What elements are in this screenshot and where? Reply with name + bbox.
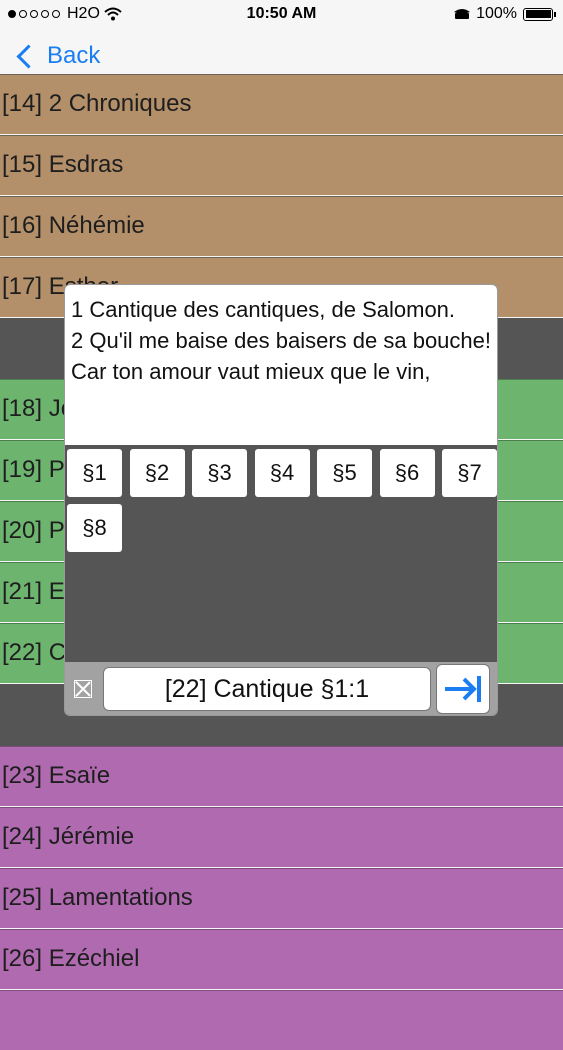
book-label: [15] Esdras xyxy=(2,151,124,178)
book-row xyxy=(0,990,563,1050)
chapter-button[interactable]: §2 xyxy=(129,449,185,497)
verse-line: 2 Qu'il me baise des baisers de sa bouch… xyxy=(71,328,491,384)
verse-line: 1 Cantique des cantiques, de Salomon. xyxy=(71,297,456,322)
status-right: 100% xyxy=(454,5,556,23)
battery-percent: 100% xyxy=(476,5,517,22)
book-label: [26] Ezéchiel xyxy=(2,945,140,972)
book-label: [16] Néhémie xyxy=(2,212,145,239)
chapter-button[interactable]: §7 xyxy=(442,449,497,497)
chapter-button[interactable]: §8 xyxy=(67,504,122,552)
chapter-button[interactable]: §6 xyxy=(379,449,435,497)
chevron-left-icon xyxy=(16,43,41,69)
battery-icon xyxy=(523,7,556,21)
back-button[interactable]: Back xyxy=(14,42,100,70)
book-label: [25] Lamentations xyxy=(2,884,193,911)
go-button[interactable] xyxy=(436,664,490,714)
chapter-button[interactable]: §1 xyxy=(67,449,122,497)
book-row[interactable]: [24] Jérémie xyxy=(0,807,563,867)
book-row[interactable]: [25] Lamentations xyxy=(0,868,563,928)
reference-field[interactable]: [22] Cantique §1:1 xyxy=(103,667,431,711)
book-label: [24] Jérémie xyxy=(2,823,135,850)
book-label: [14] 2 Chroniques xyxy=(2,90,192,117)
chapter-button[interactable]: §5 xyxy=(317,449,372,497)
arrow-right-to-bar-icon xyxy=(445,676,481,702)
book-row[interactable]: [16] Néhémie xyxy=(0,196,563,256)
book-row[interactable]: [15] Esdras xyxy=(0,135,563,195)
verse-text[interactable]: 1 Cantique des cantiques, de Salomon. 2 … xyxy=(65,285,497,445)
book-row[interactable]: [23] Esaïe xyxy=(0,746,563,806)
verse-popup: 1 Cantique des cantiques, de Salomon. 2 … xyxy=(64,284,498,716)
book-row[interactable]: [14] 2 Chroniques xyxy=(0,74,563,134)
status-bar: H2O 10:50 AM 100% xyxy=(0,0,563,30)
reference-bar: [22] Cantique §1:1 xyxy=(65,662,497,715)
chapter-button[interactable]: §3 xyxy=(192,449,247,497)
back-label: Back xyxy=(47,42,101,69)
clear-icon[interactable] xyxy=(74,680,92,698)
phone-icon xyxy=(454,9,471,19)
book-row[interactable]: [26] Ezéchiel xyxy=(0,929,563,989)
book-label: [23] Esaïe xyxy=(2,762,111,789)
chapter-button[interactable]: §4 xyxy=(254,449,310,497)
